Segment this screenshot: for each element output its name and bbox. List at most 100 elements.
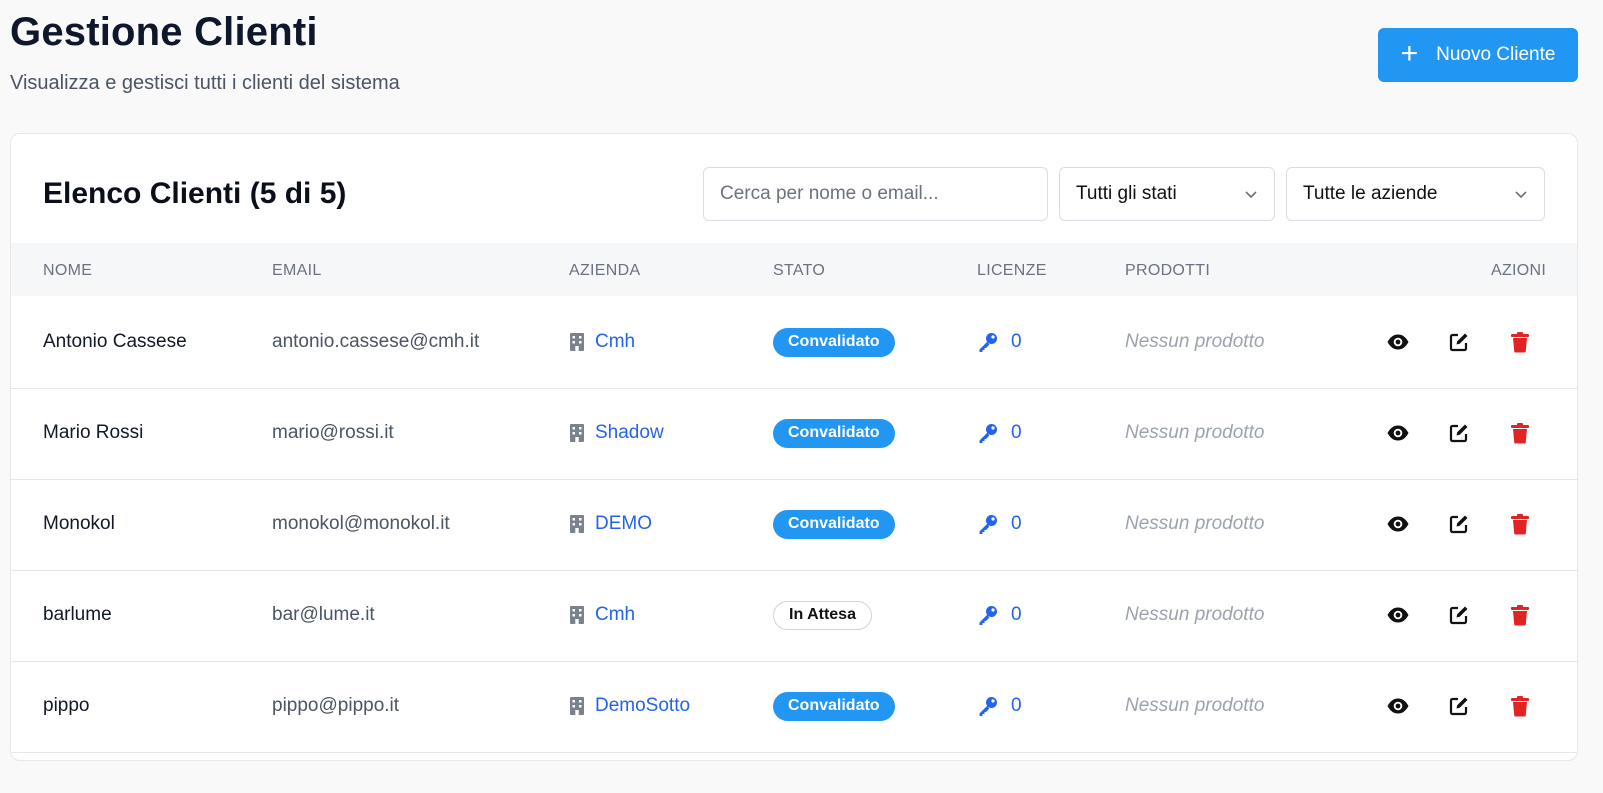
delete-button[interactable] [1510,478,1530,570]
company-filter-select[interactable]: Tutte le aziende [1286,167,1545,221]
eye-icon [1386,330,1410,354]
licenses-link[interactable]: 0 [977,569,1022,661]
client-company-link[interactable]: Cmh [569,569,635,661]
column-header-name[interactable]: NOME [43,262,92,280]
card-title: Elenco Clienti (5 di 5) [43,177,347,210]
column-header-email[interactable]: EMAIL [272,262,322,280]
edit-icon [1448,331,1470,353]
clients-page: Gestione Clienti Visualizza e gestisci t… [0,0,1603,793]
delete-button[interactable] [1510,660,1530,752]
column-header-status[interactable]: STATO [773,262,825,280]
eye-icon [1386,694,1410,718]
table-row: Mario Rossi mario@rossi.it Shadow Convalida… [11,387,1577,480]
trash-icon [1510,422,1530,444]
building-icon [569,696,585,716]
key-icon [977,331,999,353]
licenses-count: 0 [1011,604,1022,625]
edit-icon [1448,422,1470,444]
client-name: pippo [43,695,90,716]
page-subtitle: Visualizza e gestisci tutti i clienti de… [10,72,400,94]
status-filter-select[interactable]: Tutti gli stati [1059,167,1275,221]
trash-icon [1510,604,1530,626]
plus-icon: + [1400,36,1419,70]
status-badge: Convalidato [773,327,895,357]
licenses-link[interactable]: 0 [977,387,1022,479]
status-cell: Convalidato [773,478,895,570]
company-name: DemoSotto [595,695,691,716]
building-icon [569,605,585,625]
edit-button[interactable] [1448,569,1470,661]
client-company-link[interactable]: DemoSotto [569,660,690,752]
licenses-link[interactable]: 0 [977,660,1022,752]
status-badge: Convalidato [773,691,895,721]
company-name: DEMO [595,513,652,534]
products-value: Nessun prodotto [1125,513,1265,534]
chevron-down-icon [1515,191,1527,199]
trash-icon [1510,695,1530,717]
delete-button[interactable] [1510,569,1530,661]
view-button[interactable] [1386,296,1410,388]
client-name: barlume [43,604,112,625]
edit-button[interactable] [1448,478,1470,570]
delete-button[interactable] [1510,387,1530,479]
products-value: Nessun prodotto [1125,422,1265,443]
client-name: Monokol [43,513,115,534]
building-icon [569,514,585,534]
table-row: barlume bar@lume.it Cmh In Attesa 0 Nessun pr… [11,569,1577,662]
chevron-down-icon [1245,191,1257,199]
edit-button[interactable] [1448,387,1470,479]
client-email: mario@rossi.it [272,422,394,443]
company-name: Cmh [595,331,636,352]
licenses-count: 0 [1011,695,1022,716]
new-client-button[interactable]: + Nuovo Cliente [1378,28,1578,82]
licenses-count: 0 [1011,331,1022,352]
table-row: Monokol monokol@monokol.it DEMO Convalidato… [11,478,1577,571]
licenses-link[interactable]: 0 [977,478,1022,570]
client-email: pippo@pippo.it [272,695,400,716]
view-button[interactable] [1386,478,1410,570]
client-name: Antonio Cassese [43,331,187,352]
clients-card: Elenco Clienti (5 di 5) Tutti gli stati … [10,133,1578,761]
client-email: monokol@monokol.it [272,513,450,534]
trash-icon [1510,331,1530,353]
company-filter-value: Tutte le aziende [1303,183,1438,204]
client-company-link[interactable]: Shadow [569,387,664,479]
delete-button[interactable] [1510,296,1530,388]
table-row: Antonio Cassese antonio.cassese@cmh.it Cmh… [11,296,1577,389]
edit-button[interactable] [1448,660,1470,752]
edit-button[interactable] [1448,296,1470,388]
search-input[interactable] [703,167,1048,221]
edit-icon [1448,695,1470,717]
status-cell: Convalidato [773,296,895,388]
key-icon [977,695,999,717]
view-button[interactable] [1386,387,1410,479]
client-company-link[interactable]: Cmh [569,296,635,388]
eye-icon [1386,603,1410,627]
view-button[interactable] [1386,660,1410,752]
client-company-link[interactable]: DEMO [569,478,652,570]
trash-icon [1510,513,1530,535]
client-email: antonio.cassese@cmh.it [272,331,480,352]
view-button[interactable] [1386,569,1410,661]
products-value: Nessun prodotto [1125,695,1265,716]
status-filter-value: Tutti gli stati [1076,183,1177,204]
column-header-actions: AZIONI [1491,262,1547,279]
key-icon [977,422,999,444]
column-header-products[interactable]: PRODOTTI [1125,262,1210,280]
eye-icon [1386,512,1410,536]
key-icon [977,604,999,626]
new-client-label: Nuovo Cliente [1436,44,1556,65]
edit-icon [1448,513,1470,535]
company-name: Shadow [595,422,664,443]
products-value: Nessun prodotto [1125,604,1265,625]
key-icon [977,513,999,535]
status-cell: Convalidato [773,660,895,752]
edit-icon [1448,604,1470,626]
licenses-link[interactable]: 0 [977,296,1022,388]
status-badge: Convalidato [773,509,895,539]
building-icon [569,423,585,443]
column-header-licenses[interactable]: LICENZE [977,262,1047,280]
licenses-count: 0 [1011,422,1022,443]
client-name: Mario Rossi [43,422,144,443]
column-header-company[interactable]: AZIENDA [569,262,640,280]
